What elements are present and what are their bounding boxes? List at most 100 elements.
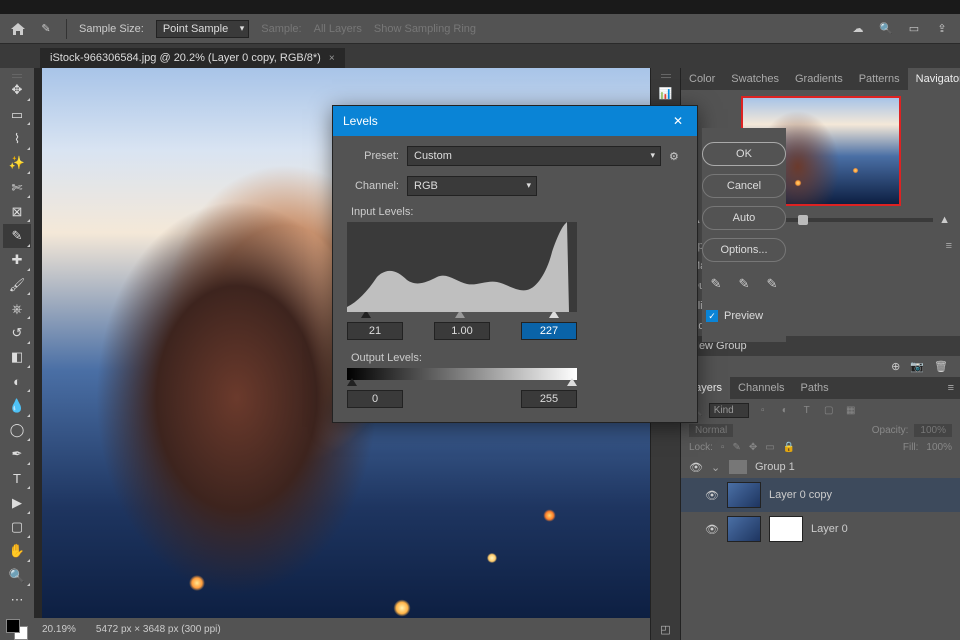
filter-pixel-icon[interactable]: ▫ <box>755 404 771 418</box>
gradient-tool[interactable]: ◐ <box>3 370 31 393</box>
layer-row-group[interactable]: 👁 ⌄ Group 1 <box>681 456 960 478</box>
filter-type-icon[interactable]: T <box>799 404 815 418</box>
workspace-icon[interactable]: ▭ <box>906 21 922 37</box>
preview-checkbox[interactable]: ✓ Preview <box>702 310 786 322</box>
auto-button[interactable]: Auto <box>702 206 786 230</box>
white-eyedropper-icon[interactable]: ✎ <box>767 276 778 292</box>
tab-patterns[interactable]: Patterns <box>851 68 908 90</box>
history-brush-tool[interactable]: ↺ <box>3 321 31 344</box>
cloud-icon[interactable]: ☁ <box>850 21 866 37</box>
options-button[interactable]: Options... <box>702 238 786 262</box>
cancel-button[interactable]: Cancel <box>702 174 786 198</box>
channel-select[interactable]: RGB <box>407 176 537 196</box>
sample-size-select[interactable]: Point Sample <box>156 20 249 38</box>
fill-input[interactable]: 100% <box>926 442 952 453</box>
opacity-input[interactable]: 100% <box>914 424 952 437</box>
marquee-tool[interactable]: ▭ <box>3 103 31 126</box>
filter-adjust-icon[interactable]: ◐ <box>777 404 793 418</box>
zoom-tool[interactable]: 🔍 <box>3 564 31 587</box>
layer-filter-select[interactable]: Kind <box>709 403 749 418</box>
camera-icon[interactable]: 📷 <box>910 360 924 373</box>
blur-tool[interactable]: 💧 <box>3 394 31 417</box>
output-slider[interactable] <box>347 378 577 386</box>
wand-tool[interactable]: ✨ <box>3 152 31 175</box>
layer-row[interactable]: 👁 Layer 0 <box>681 512 960 546</box>
tab-gradients[interactable]: Gradients <box>787 68 851 90</box>
type-tool[interactable]: T <box>3 467 31 490</box>
shape-tool[interactable]: ▢ <box>3 516 31 539</box>
crop-tool[interactable]: ✄ <box>3 176 31 199</box>
eyedropper-tool-icon[interactable]: ✎ <box>38 21 54 37</box>
document-tab[interactable]: iStock-966306584.jpg @ 20.2% (Layer 0 co… <box>40 48 345 68</box>
dodge-tool[interactable]: ◯ <box>3 419 31 442</box>
dialog-titlebar[interactable]: Levels ✕ <box>333 106 697 136</box>
eraser-tool[interactable]: ◧ <box>3 346 31 369</box>
show-sampling-ring: Show Sampling Ring <box>374 23 476 35</box>
pen-tool[interactable]: ✒ <box>3 443 31 466</box>
input-gamma[interactable] <box>434 322 490 340</box>
home-icon[interactable] <box>10 21 26 37</box>
black-eyedropper-icon[interactable]: ✎ <box>711 276 722 292</box>
blend-mode-select[interactable]: Normal <box>689 424 733 437</box>
gray-eyedropper-icon[interactable]: ✎ <box>739 276 750 292</box>
lasso-tool[interactable]: ⌇ <box>3 127 31 150</box>
zoom-in-icon[interactable]: ▲ <box>939 214 950 226</box>
new-snapshot-icon[interactable]: ⊕ <box>891 360 900 373</box>
preset-select[interactable]: Custom <box>407 146 661 166</box>
layer-thumbnail[interactable] <box>727 482 761 508</box>
move-tool[interactable]: ✥ <box>3 79 31 102</box>
zoom-indicator[interactable]: 20.19% <box>42 624 76 635</box>
tab-swatches[interactable]: Swatches <box>723 68 787 90</box>
filter-shape-icon[interactable]: ▢ <box>821 404 837 418</box>
layer-name[interactable]: Group 1 <box>755 461 795 473</box>
edit-toolbar[interactable]: ⋯ <box>3 588 31 611</box>
status-bar: 20.19% 5472 px × 3648 px (300 ppi) <box>34 618 650 640</box>
lock-pixels-icon[interactable]: ▫ <box>721 442 725 453</box>
tab-paths[interactable]: Paths <box>793 377 837 399</box>
lock-artboard-icon[interactable]: ▭ <box>765 442 774 453</box>
layer-name[interactable]: Layer 0 copy <box>769 489 832 501</box>
tab-navigator[interactable]: Navigator <box>908 68 960 90</box>
panel-menu-icon[interactable]: ≡ <box>946 240 952 252</box>
document-title: iStock-966306584.jpg @ 20.2% (Layer 0 co… <box>50 52 321 64</box>
lock-brush-icon[interactable]: ✎ <box>732 442 740 453</box>
layer-thumbnail[interactable] <box>727 516 761 542</box>
tab-channels[interactable]: Channels <box>730 377 792 399</box>
nav-panel-tabs: Color Swatches Gradients Patterns Naviga… <box>681 68 960 90</box>
layer-row[interactable]: 👁 Layer 0 copy <box>681 478 960 512</box>
share-icon[interactable]: ⇪ <box>934 21 950 37</box>
input-black[interactable] <box>347 322 403 340</box>
gear-icon[interactable]: ⚙ <box>669 150 683 163</box>
path-tool[interactable]: ▶ <box>3 491 31 514</box>
ok-button[interactable]: OK <box>702 142 786 166</box>
search-icon[interactable]: 🔍 <box>878 21 894 37</box>
panel-menu-icon[interactable]: ≡ <box>942 377 960 399</box>
color-swatches[interactable] <box>6 619 28 640</box>
visibility-icon[interactable]: 👁 <box>689 461 703 474</box>
options-bar: ✎ Sample Size: Point Sample Sample: All … <box>0 14 960 44</box>
close-tab-icon[interactable]: × <box>329 53 335 64</box>
heal-tool[interactable]: ✚ <box>3 249 31 272</box>
histogram-panel-icon[interactable]: 📊 <box>655 82 677 104</box>
preset-label: Preset: <box>347 150 399 162</box>
tab-color[interactable]: Color <box>681 68 723 90</box>
frame-tool[interactable]: ⊠ <box>3 200 31 223</box>
output-black[interactable] <box>347 390 403 408</box>
close-icon[interactable]: ✕ <box>669 112 687 130</box>
filter-smart-icon[interactable]: ▦ <box>843 404 859 418</box>
eyedropper-tool[interactable]: ✎ <box>3 224 31 247</box>
chevron-down-icon[interactable]: ⌄ <box>711 461 721 474</box>
input-white[interactable] <box>521 322 577 340</box>
stamp-tool[interactable]: ⎈ <box>3 297 31 320</box>
visibility-icon[interactable]: 👁 <box>705 489 719 502</box>
lock-position-icon[interactable]: ✥ <box>749 442 757 453</box>
output-white[interactable] <box>521 390 577 408</box>
lock-all-icon[interactable]: 🔒 <box>783 442 795 453</box>
panel-icon[interactable]: ◰ <box>655 618 677 640</box>
layer-mask-thumbnail[interactable] <box>769 516 803 542</box>
hand-tool[interactable]: ✋ <box>3 540 31 563</box>
brush-tool[interactable]: 🖌 <box>3 273 31 296</box>
visibility-icon[interactable]: 👁 <box>705 523 719 536</box>
trash-icon[interactable]: 🗑 <box>934 360 948 373</box>
layer-name[interactable]: Layer 0 <box>811 523 848 535</box>
